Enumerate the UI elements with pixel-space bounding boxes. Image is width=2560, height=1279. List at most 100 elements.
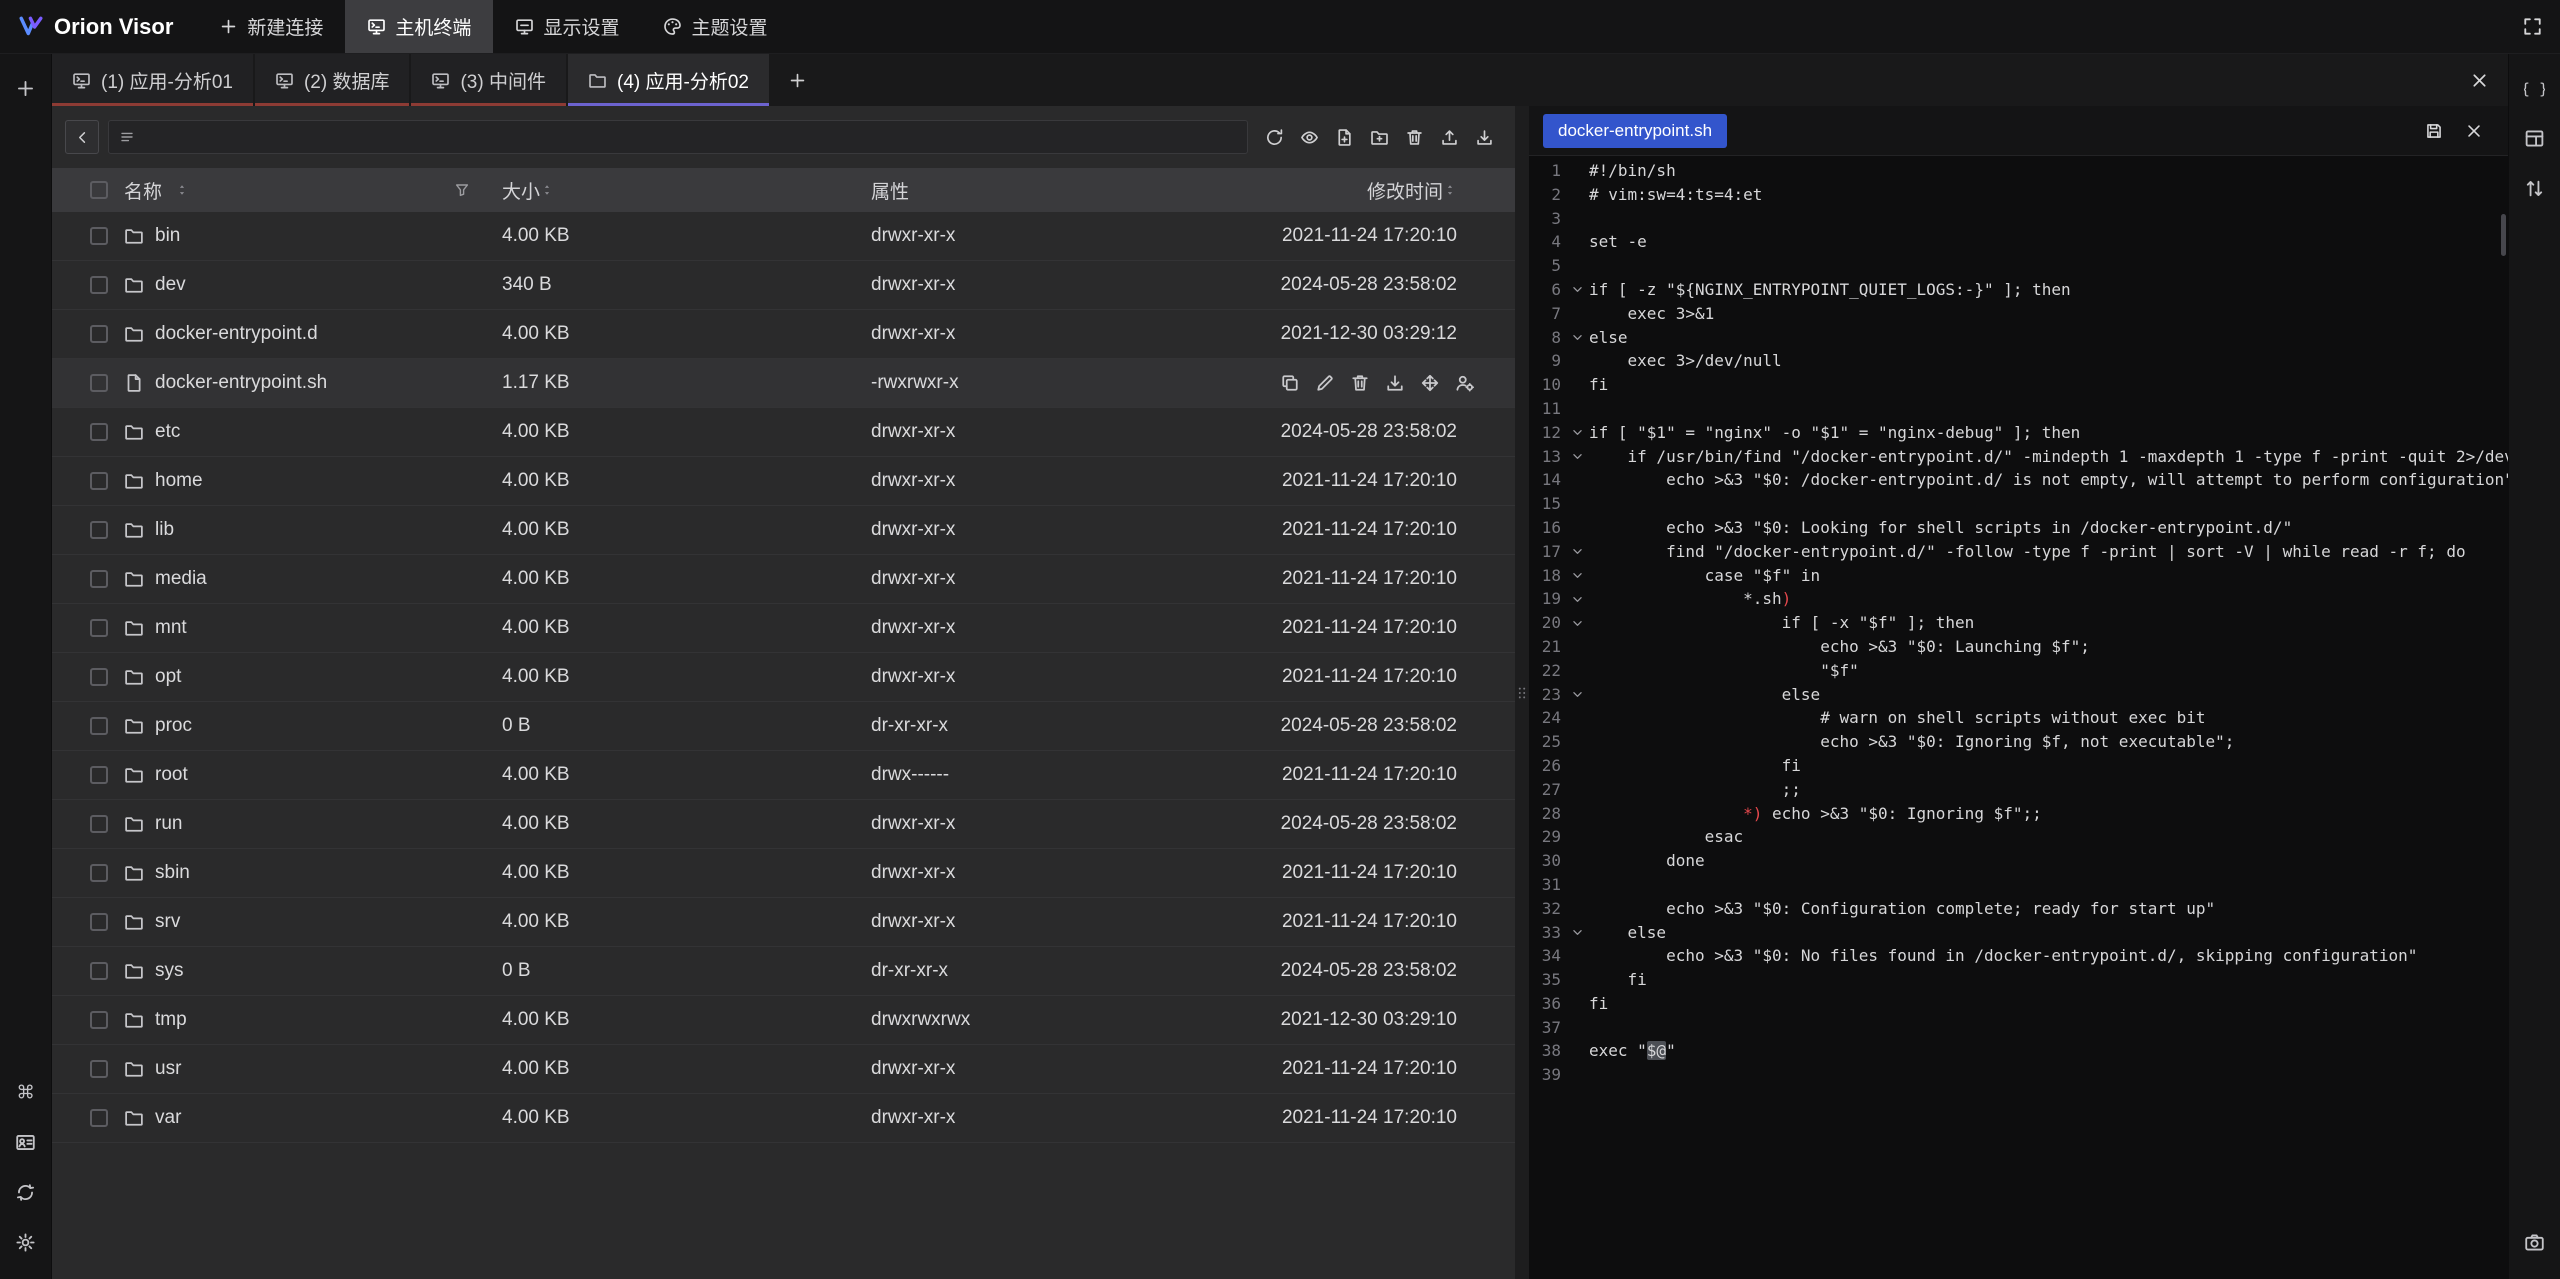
file-row[interactable]: usr4.00 KBdrwxr-xr-x2021-11-24 17:20:10 <box>52 1045 1515 1094</box>
toolbar-delete-button[interactable] <box>1397 120 1432 154</box>
column-header-size[interactable]: 大小 <box>502 177 871 204</box>
file-row[interactable]: run4.00 KBdrwxr-xr-x2024-05-28 23:58:02 <box>52 800 1515 849</box>
row-checkbox[interactable] <box>52 570 124 588</box>
code-line: 13 if /usr/bin/find "/docker-entrypoint.… <box>1529 445 2508 469</box>
row-checkbox[interactable] <box>52 227 124 245</box>
brand[interactable]: Orion Visor <box>0 0 197 53</box>
back-button[interactable] <box>65 120 99 154</box>
file-row[interactable]: lib4.00 KBdrwxr-xr-x2021-11-24 17:20:10 <box>52 506 1515 555</box>
save-button[interactable] <box>2414 114 2454 148</box>
rail-button-screenshot[interactable] <box>2517 1224 2553 1260</box>
rail-button-snippets[interactable]: { } <box>2517 70 2553 106</box>
toolbar-new-folder-button[interactable] <box>1362 120 1397 154</box>
fold-chevron[interactable] <box>1565 421 1589 445</box>
close-all-tabs-button[interactable] <box>2450 54 2508 106</box>
row-checkbox[interactable] <box>52 815 124 833</box>
file-row[interactable]: opt4.00 KBdrwxr-xr-x2021-11-24 17:20:10 <box>52 653 1515 702</box>
row-checkbox[interactable] <box>52 619 124 637</box>
row-checkbox[interactable] <box>52 276 124 294</box>
plus-icon <box>788 71 807 90</box>
row-action-download[interactable] <box>1385 373 1405 393</box>
fold-gutter <box>1565 706 1589 730</box>
file-row[interactable]: tmp4.00 KBdrwxrwxrwx2021-12-30 03:29:10 <box>52 996 1515 1045</box>
toolbar-preview-button[interactable] <box>1292 120 1327 154</box>
nav-item-host-terminal[interactable]: 主机终端 <box>345 0 493 53</box>
editor-file-tab[interactable]: docker-entrypoint.sh <box>1543 114 1727 148</box>
file-row[interactable]: docker-entrypoint.sh1.17 KB-rwxrwxr-x <box>52 359 1515 408</box>
fold-chevron[interactable] <box>1565 278 1589 302</box>
rail-button-layout[interactable] <box>2517 120 2553 156</box>
fold-chevron[interactable] <box>1565 326 1589 350</box>
code-editor[interactable]: 1#!/bin/sh2# vim:sw=4:ts=4:et34set -e56i… <box>1529 156 2508 1279</box>
column-header-name[interactable]: 名称 <box>124 177 502 204</box>
panel-resizer[interactable] <box>1515 106 1529 1279</box>
row-checkbox[interactable] <box>52 374 124 392</box>
row-checkbox[interactable] <box>52 521 124 539</box>
toolbar-new-file-button[interactable] <box>1327 120 1362 154</box>
rail-button-swap-panel[interactable] <box>2517 170 2553 206</box>
file-row[interactable]: sys0 Bdr-xr-xr-x2024-05-28 23:58:02 <box>52 947 1515 996</box>
path-input[interactable] <box>108 120 1248 154</box>
row-checkbox[interactable] <box>52 1060 124 1078</box>
fold-chevron[interactable] <box>1565 683 1589 707</box>
fold-chevron[interactable] <box>1565 564 1589 588</box>
file-row[interactable]: media4.00 KBdrwxr-xr-x2021-11-24 17:20:1… <box>52 555 1515 604</box>
file-row[interactable]: srv4.00 KBdrwxr-xr-x2021-11-24 17:20:10 <box>52 898 1515 947</box>
row-checkbox[interactable] <box>52 1011 124 1029</box>
fullscreen-button[interactable] <box>2504 0 2560 53</box>
filter-button[interactable] <box>454 182 470 198</box>
select-all-checkbox[interactable] <box>52 181 124 199</box>
fold-chevron[interactable] <box>1565 587 1589 611</box>
file-manager-toolbar <box>52 106 1515 168</box>
rail-button-transfer[interactable] <box>8 1174 44 1210</box>
terminal-tab-3[interactable]: (3) 中间件 <box>411 54 566 106</box>
fold-chevron[interactable] <box>1565 921 1589 945</box>
terminal-tab-1[interactable]: (1) 应用-分析01 <box>52 54 253 106</box>
toolbar-refresh-button[interactable] <box>1257 120 1292 154</box>
row-action-copy[interactable] <box>1280 373 1300 393</box>
row-action-edit[interactable] <box>1315 373 1335 393</box>
editor-close-button[interactable] <box>2454 114 2494 148</box>
rail-button-add-panel[interactable] <box>8 70 44 106</box>
file-row[interactable]: dev340 Bdrwxr-xr-x2024-05-28 23:58:02 <box>52 261 1515 310</box>
rail-button-shortcuts[interactable]: ⌘ <box>8 1074 44 1110</box>
file-row[interactable]: etc4.00 KBdrwxr-xr-x2024-05-28 23:58:02 <box>52 408 1515 457</box>
editor-scrollbar[interactable] <box>2501 214 2506 256</box>
fold-chevron[interactable] <box>1565 611 1589 635</box>
row-checkbox[interactable] <box>52 913 124 931</box>
file-row[interactable]: sbin4.00 KBdrwxr-xr-x2021-11-24 17:20:10 <box>52 849 1515 898</box>
file-row[interactable]: bin4.00 KBdrwxr-xr-x2021-11-24 17:20:10 <box>52 212 1515 261</box>
column-header-mtime[interactable]: 修改时间 <box>1245 177 1515 204</box>
file-row[interactable]: var4.00 KBdrwxr-xr-x2021-11-24 17:20:10 <box>52 1094 1515 1143</box>
file-row[interactable]: home4.00 KBdrwxr-xr-x2021-11-24 17:20:10 <box>52 457 1515 506</box>
row-action-delete[interactable] <box>1350 373 1370 393</box>
row-checkbox[interactable] <box>52 668 124 686</box>
nav-item-display-settings[interactable]: 显示设置 <box>493 0 641 53</box>
nav-item-new-connection[interactable]: 新建连接 <box>197 0 345 53</box>
row-checkbox[interactable] <box>52 325 124 343</box>
folder-icon <box>588 71 607 90</box>
row-checkbox[interactable] <box>52 472 124 490</box>
row-checkbox[interactable] <box>52 962 124 980</box>
new-tab-button[interactable] <box>771 54 825 106</box>
terminal-tab-4[interactable]: (4) 应用-分析02 <box>568 54 769 106</box>
file-row[interactable]: docker-entrypoint.d4.00 KBdrwxr-xr-x2021… <box>52 310 1515 359</box>
rail-button-user-card[interactable] <box>8 1124 44 1160</box>
nav-item-theme-settings[interactable]: 主题设置 <box>641 0 789 53</box>
row-checkbox[interactable] <box>52 1109 124 1127</box>
terminal-tab-2[interactable]: (2) 数据库 <box>255 54 410 106</box>
row-checkbox[interactable] <box>52 766 124 784</box>
toolbar-download-button[interactable] <box>1467 120 1502 154</box>
rail-button-settings[interactable] <box>8 1224 44 1260</box>
row-action-permission[interactable] <box>1455 373 1475 393</box>
file-row[interactable]: mnt4.00 KBdrwxr-xr-x2021-11-24 17:20:10 <box>52 604 1515 653</box>
row-checkbox[interactable] <box>52 717 124 735</box>
row-checkbox[interactable] <box>52 423 124 441</box>
file-row[interactable]: proc0 Bdr-xr-xr-x2024-05-28 23:58:02 <box>52 702 1515 751</box>
row-action-move[interactable] <box>1420 373 1440 393</box>
file-row[interactable]: root4.00 KBdrwx------2021-11-24 17:20:10 <box>52 751 1515 800</box>
fold-chevron[interactable] <box>1565 445 1589 469</box>
toolbar-upload-button[interactable] <box>1432 120 1467 154</box>
fold-chevron[interactable] <box>1565 540 1589 564</box>
row-checkbox[interactable] <box>52 864 124 882</box>
